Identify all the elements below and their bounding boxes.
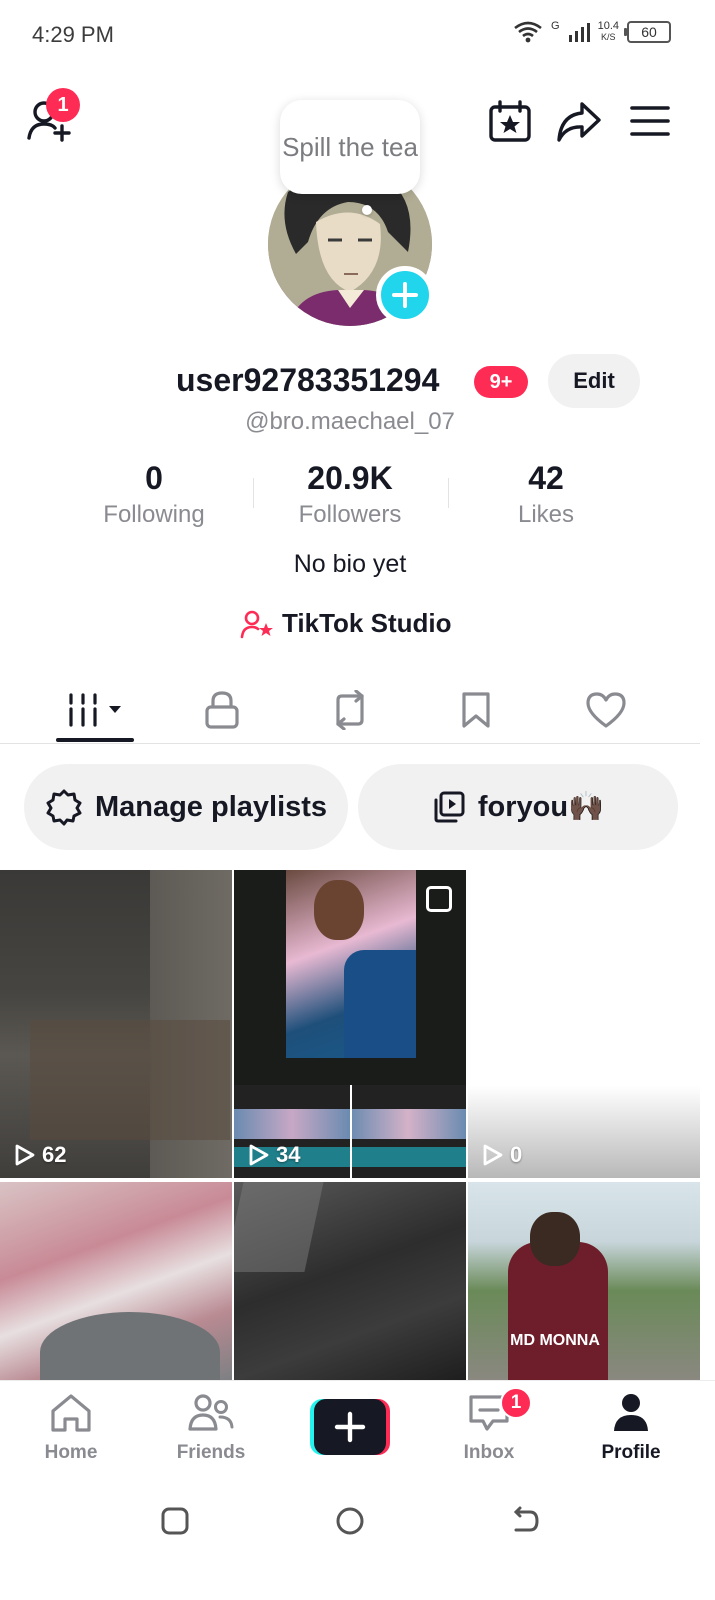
playlist-icon (434, 791, 465, 823)
nav-home[interactable]: Home (6, 1393, 136, 1464)
share-arrow-icon (557, 102, 601, 142)
note-bubble-text: Spill the tea (282, 132, 418, 162)
note-bubble-tail (362, 205, 372, 215)
nav-inbox-label: Inbox (463, 1442, 515, 1463)
nav-home-label: Home (44, 1442, 98, 1463)
nav-inbox[interactable]: 1 Inbox (424, 1387, 554, 1464)
tab-active-indicator (56, 738, 134, 742)
view-count-value: 62 (42, 1142, 67, 1167)
status-bar: 4:29 PM G 10.4 K/S 60 (0, 0, 715, 72)
playlist-name: foryou🙌🏿 (477, 791, 605, 823)
repost-icon (336, 690, 364, 730)
stat-label: Following (103, 501, 205, 528)
view-count: 62 (14, 1142, 66, 1168)
stat-following[interactable]: 0 Following (56, 460, 252, 529)
studio-icon (240, 610, 273, 638)
calendar-star-icon (489, 100, 531, 142)
video-tile[interactable] (0, 1182, 232, 1380)
note-bubble[interactable]: Spill the tea (280, 100, 420, 194)
username: user92783351294 (176, 362, 440, 398)
video-tile[interactable]: 62 (0, 870, 232, 1178)
studio-label: TikTok Studio (282, 608, 452, 638)
video-tile[interactable]: 34 (234, 870, 466, 1178)
video-tile[interactable]: 0 (468, 870, 700, 1178)
system-navigation-bar (0, 1480, 715, 1600)
gear-icon (46, 789, 82, 826)
menu-button[interactable] (630, 104, 670, 138)
bookmark-icon (462, 692, 490, 728)
edit-profile-button[interactable]: Edit (548, 354, 640, 408)
status-icons: G 10.4 K/S 60 (513, 20, 671, 44)
tab-videos[interactable] (26, 676, 166, 744)
view-count: 0 (482, 1142, 522, 1168)
bottom-navigation: Home Friends 1 Inbox Profile (0, 1380, 715, 1480)
nav-friends[interactable]: Friends (146, 1393, 276, 1464)
tiktok-studio-link[interactable]: TikTok Studio (240, 608, 451, 639)
home-system-button[interactable] (335, 1506, 365, 1536)
stat-value: 20.9K (307, 460, 393, 496)
recent-apps-button[interactable] (160, 1506, 190, 1536)
calendar-button[interactable] (488, 100, 532, 144)
view-count-value: 0 (510, 1142, 523, 1167)
play-icon (483, 1144, 503, 1166)
add-friends-badge: 1 (46, 88, 80, 122)
friends-icon (188, 1394, 234, 1431)
hamburger-icon (630, 106, 670, 136)
stat-label: Followers (298, 501, 402, 528)
circle-icon (336, 1507, 364, 1535)
stat-value: 0 (145, 460, 163, 496)
create-plus-icon (310, 1399, 390, 1455)
video-tile[interactable] (234, 1182, 466, 1380)
add-friends-button[interactable]: 1 (26, 88, 82, 144)
back-system-button[interactable] (510, 1506, 540, 1536)
tab-private[interactable] (152, 676, 292, 744)
square-icon (161, 1507, 189, 1535)
status-time: 4:29 PM (32, 22, 114, 47)
tab-liked[interactable] (536, 676, 676, 744)
profile-icon (614, 1394, 648, 1431)
nav-profile[interactable]: Profile (566, 1393, 696, 1464)
view-count: 34 (248, 1142, 300, 1168)
stat-likes[interactable]: 42 Likes (448, 460, 644, 529)
create-video-button[interactable] (310, 1399, 390, 1455)
battery-indicator: 60 (624, 21, 671, 43)
back-icon (513, 1506, 539, 1532)
notification-badge[interactable]: 9+ (474, 366, 528, 398)
signal-icon (568, 23, 590, 42)
stat-value: 42 (528, 460, 564, 496)
heart-icon (586, 692, 626, 728)
stat-followers[interactable]: 20.9K Followers (252, 460, 448, 529)
wifi-icon (514, 21, 542, 43)
lock-icon (205, 691, 239, 729)
profile-tabs (0, 676, 700, 744)
bio-text[interactable]: No bio yet (0, 550, 700, 579)
network-speed: 10.4 K/S (597, 20, 619, 43)
add-story-button[interactable] (376, 266, 434, 324)
plus-icon (392, 282, 418, 308)
stat-label: Likes (517, 501, 575, 528)
videos-grid-icon (69, 693, 121, 727)
share-profile-button[interactable] (556, 100, 602, 144)
user-handle: @bro.maechael_07 (245, 408, 455, 435)
playlist-foryou-button[interactable]: foryou🙌🏿 (358, 764, 678, 850)
nav-profile-label: Profile (601, 1442, 661, 1463)
jersey-text: MD MONNA (510, 1332, 600, 1349)
manage-playlists-button[interactable]: Manage playlists (24, 764, 348, 850)
tab-reposts[interactable] (280, 676, 420, 744)
manage-playlists-label: Manage playlists (94, 790, 328, 823)
home-icon (51, 1394, 91, 1432)
view-count-value: 34 (276, 1142, 301, 1167)
video-tile[interactable]: MD MONNA (468, 1182, 700, 1380)
play-icon (15, 1144, 35, 1166)
network-type: G (551, 20, 560, 32)
multi-video-icon (426, 886, 452, 912)
play-icon (249, 1144, 269, 1166)
nav-friends-label: Friends (176, 1442, 246, 1463)
tab-favorites[interactable] (406, 676, 546, 744)
inbox-badge: 1 (500, 1387, 532, 1419)
